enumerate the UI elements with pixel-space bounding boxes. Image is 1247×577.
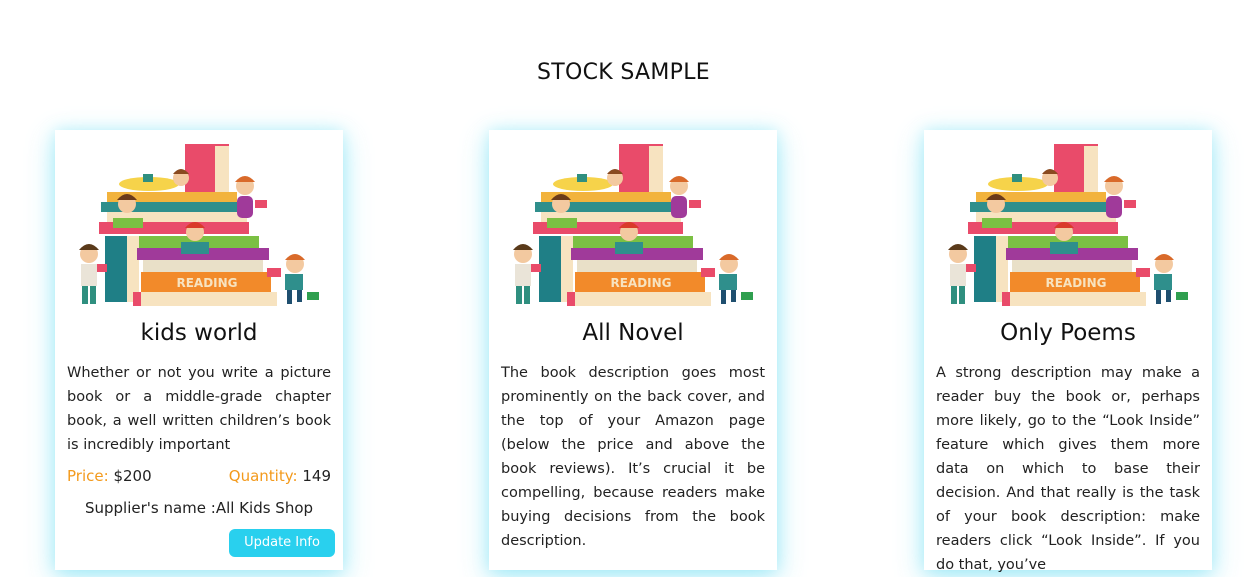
- card-title: All Novel: [582, 320, 684, 346]
- quantity-label: Quantity:: [228, 467, 298, 485]
- card-description: A strong description may make a reader b…: [936, 365, 1200, 573]
- reading-kids-illustration: [79, 144, 319, 306]
- price-value: $200: [113, 467, 152, 485]
- price: Price: $200: [67, 466, 152, 486]
- reading-kids-illustration: [948, 144, 1188, 306]
- update-info-button[interactable]: Update Info: [229, 529, 335, 557]
- product-card: All Novel The book description goes most…: [489, 130, 777, 570]
- card-description: Whether or not you write a picture book …: [67, 365, 331, 453]
- product-card: Only Poems A strong description may make…: [924, 130, 1212, 573]
- quantity: Quantity: 149: [229, 466, 331, 486]
- supplier-name: Supplier's name :All Kids Shop: [84, 499, 314, 517]
- quantity-value: 149: [302, 467, 331, 485]
- card-title: kids world: [140, 320, 258, 346]
- page-title: STOCK SAMPLE: [537, 60, 710, 85]
- card-title: Only Poems: [1000, 320, 1136, 346]
- card-description: The book description goes most prominent…: [501, 365, 765, 549]
- reading-kids-illustration: [513, 144, 753, 306]
- product-card: kids world Whether or not you write a pi…: [55, 130, 343, 570]
- price-label: Price:: [67, 467, 109, 485]
